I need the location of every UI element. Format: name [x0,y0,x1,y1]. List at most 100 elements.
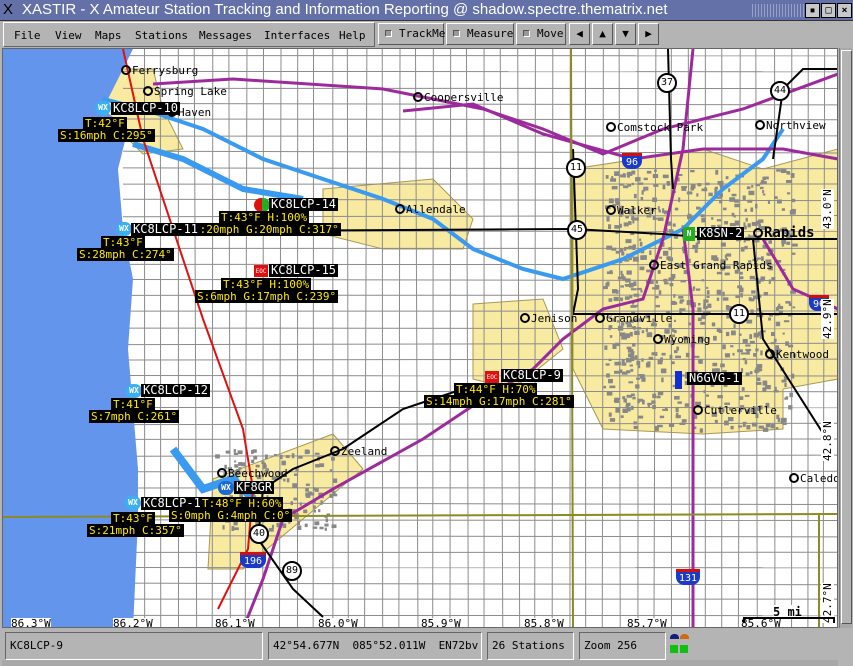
urban-block [305,450,310,454]
status-position: 42°54.677N 085°52.011W EN72bv [268,632,482,660]
shield-i96: 96 [622,153,642,169]
urban-block [603,286,608,290]
urban-block [605,282,610,287]
menu-view[interactable]: View [55,29,82,42]
town-ferrysburg: Ferrysburg [121,65,198,77]
map-canvas[interactable]: Ferrysburg Spring Lake Haven Coopersvill… [2,48,838,628]
shield-m40: 40 [249,524,269,544]
urban-block [233,527,239,531]
urban-block [762,193,766,196]
station-label-k8sn-2[interactable]: K8SN-2 [697,227,745,240]
urban-block [632,219,635,224]
urban-block [606,216,610,222]
urban-block [679,299,685,302]
pan-up-button[interactable]: ▲ [592,23,613,45]
urban-block [324,527,327,531]
urban-block [755,370,759,374]
eoc-icon[interactable]: EOC [485,371,499,383]
urban-block [739,271,743,275]
urban-block [701,315,706,320]
urban-block [726,253,732,257]
trackme-toggle[interactable]: TrackMe [378,23,445,45]
urban-block [628,381,634,384]
urban-block [788,344,794,348]
vertical-scrollbar[interactable] [839,48,852,628]
station-label-kc8lcp-11[interactable]: KC8LCP-11 [131,223,201,236]
wx-station-icon[interactable]: WX [126,384,142,398]
urban-block [762,176,766,181]
scrollbar-thumb[interactable] [841,50,852,624]
car-icon[interactable] [675,371,682,389]
menu-interfaces[interactable]: Interfaces [264,29,330,42]
urban-block [317,509,321,513]
urban-block [770,423,776,429]
urban-block [724,221,729,225]
station-label-kc8lcp-15[interactable]: KC8LCP-15 [269,264,339,277]
urban-block [629,294,633,299]
station-label-kc8lcp-14[interactable]: KC8LCP-14 [269,198,339,211]
urban-block [606,245,613,250]
station-wx-line2: S:0mph G:4mph C:0° [169,509,293,522]
urban-block [777,305,784,310]
urban-block [634,355,638,360]
urban-block [647,405,650,408]
urban-block [633,193,637,199]
menu-messages[interactable]: Messages [199,29,252,42]
urban-block [720,180,724,185]
urban-block [765,423,771,428]
weather-station-icon[interactable] [254,198,270,212]
town-spring-lake: Spring Lake [143,86,227,98]
urban-block [636,360,641,366]
town-grandville: Grandville [595,313,672,325]
urban-block [614,171,620,176]
station-label-n6gvg-1[interactable]: N6GVG-1 [687,372,742,385]
horizontal-scrollbar[interactable] [2,660,838,666]
wx-station-icon[interactable]: WX [125,496,141,510]
maximize-button[interactable]: □ [821,3,836,18]
urban-block [745,344,751,347]
pan-down-button[interactable]: ▼ [615,23,636,45]
move-toggle[interactable]: Move [516,23,566,45]
shield-m11-south: 11 [729,304,749,324]
urban-block [640,196,644,201]
node-icon[interactable]: N [683,227,695,241]
urban-block [755,183,761,187]
station-label-kc8lcp-9[interactable]: KC8LCP-9 [501,369,563,382]
longitude-label: 85.9°W [421,617,461,628]
urban-block [735,295,740,299]
wx-station-icon[interactable]: WX [116,222,132,236]
menu-stations[interactable]: Stations [135,29,188,42]
station-wx-line2: S:14mph G:17mph C:281° [424,395,574,408]
station-label-kc8lcp-12[interactable]: KC8LCP-12 [141,384,211,397]
wx-station-icon[interactable]: WX [218,481,234,495]
urban-block [630,350,635,355]
wx-station-icon[interactable]: WX [95,101,111,115]
pan-left-button[interactable]: ◀ [569,23,590,45]
urban-block [739,333,742,336]
urban-block [791,198,796,203]
measure-toggle[interactable]: Measure [446,23,514,45]
menu-help[interactable]: Help [339,29,366,42]
station-label-kc8lcp-10[interactable]: KC8LCP-10 [111,102,181,115]
urban-block [658,290,662,295]
urban-block [298,455,303,459]
urban-block [753,353,757,357]
pan-right-button[interactable]: ▶ [638,23,659,45]
urban-block [632,244,637,248]
urban-block [305,487,309,492]
urban-block [624,296,630,300]
urban-block [320,500,323,505]
urban-block [684,403,689,407]
eoc-icon[interactable]: EOC [254,265,268,277]
station-label-kf8gr[interactable]: KF8GR [234,481,275,494]
urban-block [762,190,765,194]
urban-block [681,186,688,189]
minimize-button[interactable]: ▪ [805,3,820,18]
close-button[interactable]: × [837,3,852,18]
urban-block [741,387,745,391]
town-coopersville: Coopersville [413,92,503,104]
menu-maps[interactable]: Maps [95,29,122,42]
urban-block [662,250,669,256]
menu-file[interactable]: File [14,29,41,42]
urban-block [728,188,731,193]
